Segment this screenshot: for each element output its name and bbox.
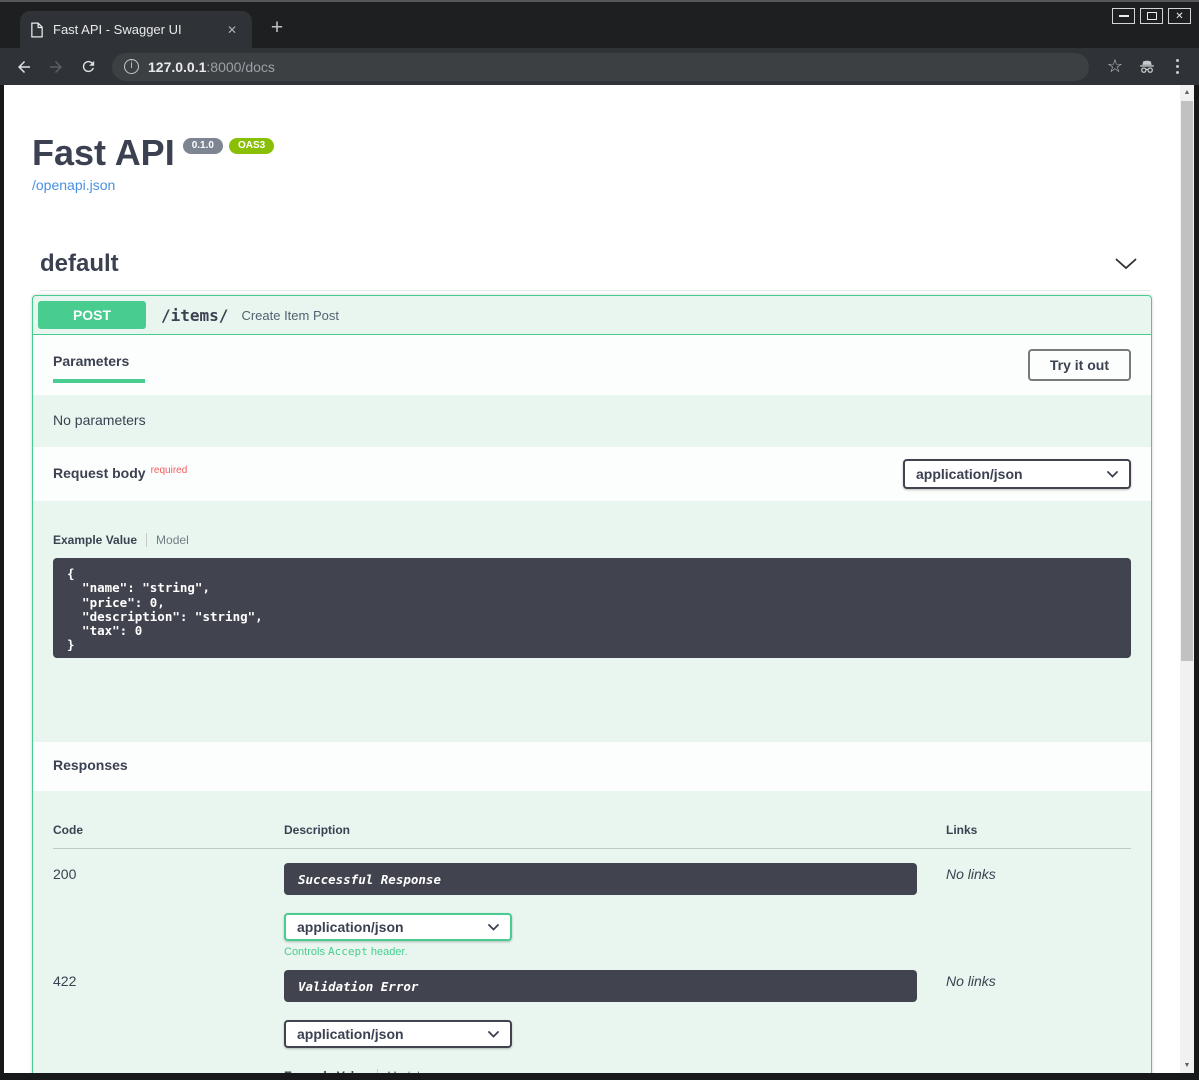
new-tab-button[interactable]: + xyxy=(262,13,292,43)
openapi-json-link[interactable]: /openapi.json xyxy=(32,177,115,193)
response-422-media-type-value: application/json xyxy=(297,1026,404,1042)
responses-columns: Code Description Links xyxy=(53,823,1131,849)
tab-strip: Fast API - Swagger UI ✕ + ✕ xyxy=(0,0,1199,48)
no-parameters-text: No parameters xyxy=(33,395,1151,447)
response-200-code: 200 xyxy=(53,863,284,958)
chevron-down-icon xyxy=(488,1031,499,1038)
browser-window: Fast API - Swagger UI ✕ + ✕ i 127.0.0.1:… xyxy=(0,0,1199,1080)
model-tab[interactable]: Model xyxy=(387,1069,420,1073)
swagger-page: Fast API 0.1.0 OAS3 /openapi.json defaul… xyxy=(4,85,1180,1073)
forward-button[interactable] xyxy=(42,53,70,81)
request-body-example: Example Value Model { "name": "string", … xyxy=(33,501,1151,658)
required-label: required xyxy=(151,465,188,476)
response-row-422: 422 Validation Error application/json Ex… xyxy=(53,970,1131,1073)
page-viewport: Fast API 0.1.0 OAS3 /openapi.json defaul… xyxy=(4,85,1194,1073)
version-badge: 0.1.0 xyxy=(183,138,223,154)
chevron-down-icon xyxy=(1107,471,1118,478)
reload-button[interactable] xyxy=(74,53,102,81)
minimize-icon xyxy=(1119,15,1129,17)
column-description: Description xyxy=(284,823,946,849)
page-title: Fast API 0.1.0 OAS3 xyxy=(32,133,1152,173)
request-body-title-wrap: Request body required xyxy=(53,465,187,483)
response-422-links: No links xyxy=(946,970,1131,1073)
tab-separator xyxy=(146,533,147,547)
response-200-description-bar: Successful Response xyxy=(284,863,917,895)
browser-tab[interactable]: Fast API - Swagger UI ✕ xyxy=(20,11,252,48)
forward-arrow-icon xyxy=(47,58,65,76)
model-tab[interactable]: Model xyxy=(156,533,189,547)
response-422-description: Validation Error application/json Exampl… xyxy=(284,970,946,1073)
minimize-button[interactable] xyxy=(1112,8,1135,24)
response-200-media-type-value: application/json xyxy=(297,919,404,935)
url-text: 127.0.0.1:8000/docs xyxy=(148,59,275,75)
request-body-title: Request body xyxy=(53,465,146,481)
response-422-description-bar: Validation Error xyxy=(284,970,917,1002)
scroll-down-icon[interactable]: ▼ xyxy=(1180,1058,1194,1073)
site-info-icon[interactable]: i xyxy=(124,59,139,74)
operation-path: /items/ xyxy=(161,306,228,325)
api-badges: 0.1.0 OAS3 xyxy=(183,138,274,154)
example-model-tabs: Example Value Model xyxy=(53,533,1131,547)
example-value-tab[interactable]: Example Value xyxy=(53,533,137,547)
incognito-icon xyxy=(1133,53,1161,81)
collapse-chevron-icon[interactable] xyxy=(1115,258,1137,270)
reload-icon xyxy=(80,58,97,75)
response-200-description: Successful Response application/json Con… xyxy=(284,863,946,958)
tab-title: Fast API - Swagger UI xyxy=(53,22,213,37)
document-favicon-icon xyxy=(30,22,44,38)
close-window-button[interactable]: ✕ xyxy=(1168,8,1191,24)
request-body-media-type-select[interactable]: application/json xyxy=(903,459,1131,489)
api-title-text: Fast API xyxy=(32,133,175,173)
api-info: Fast API 0.1.0 OAS3 /openapi.json xyxy=(32,133,1152,195)
response-200-links: No links xyxy=(946,863,1131,958)
controls-accept-note: Controls Accept header. xyxy=(284,945,946,958)
scrollbar[interactable]: ▲ ▼ xyxy=(1180,85,1194,1073)
column-links: Links xyxy=(946,823,1131,849)
window-controls: ✕ xyxy=(1112,8,1191,24)
operation-description: Create Item Post xyxy=(241,308,339,323)
post-method-badge: POST xyxy=(38,301,146,329)
spacer xyxy=(33,658,1151,742)
chevron-down-icon xyxy=(488,924,499,931)
maximize-icon xyxy=(1147,12,1157,20)
request-body-header: Request body required application/json xyxy=(33,447,1151,501)
back-button[interactable] xyxy=(10,53,38,81)
bookmark-star-icon[interactable]: ☆ xyxy=(1101,56,1129,77)
response-row-200: 200 Successful Response application/json… xyxy=(53,863,1131,958)
response-422-code: 422 xyxy=(53,970,284,1073)
responses-header: Responses xyxy=(33,742,1151,791)
tab-close-icon[interactable]: ✕ xyxy=(222,21,242,39)
tab-separator xyxy=(377,1069,378,1073)
example-value-tab[interactable]: Example Value xyxy=(284,1069,368,1073)
response-200-media: application/json Controls Accept header. xyxy=(284,913,946,958)
post-items-operation: POST /items/ Create Item Post Parameters… xyxy=(32,295,1152,1073)
parameters-tab[interactable]: Parameters xyxy=(53,343,129,387)
response-422-tabs: Example Value Model xyxy=(284,1069,946,1073)
browser-toolbar: i 127.0.0.1:8000/docs ☆ xyxy=(0,48,1199,85)
tag-name: default xyxy=(40,250,119,278)
oas3-badge: OAS3 xyxy=(229,138,274,154)
try-it-out-button[interactable]: Try it out xyxy=(1028,349,1131,381)
scrollbar-thumb[interactable] xyxy=(1181,101,1193,661)
column-code: Code xyxy=(53,823,284,849)
response-200-media-type-select[interactable]: application/json xyxy=(284,913,512,941)
tag-default-header[interactable]: default xyxy=(40,250,1151,291)
back-arrow-icon xyxy=(15,58,33,76)
response-422-media: application/json xyxy=(284,1020,946,1048)
maximize-button[interactable] xyxy=(1140,8,1163,24)
parameters-header: Parameters Try it out xyxy=(33,335,1151,395)
responses-table: Code Description Links 200 Successful Re… xyxy=(33,791,1151,1073)
address-bar[interactable]: i 127.0.0.1:8000/docs xyxy=(112,53,1089,81)
browser-menu-button[interactable] xyxy=(1165,59,1189,74)
example-json-code: { "name": "string", "price": 0, "descrip… xyxy=(53,558,1131,658)
request-body-media-type-value: application/json xyxy=(916,466,1023,482)
scroll-up-icon[interactable]: ▲ xyxy=(1180,85,1194,100)
response-422-media-type-select[interactable]: application/json xyxy=(284,1020,512,1048)
operation-summary[interactable]: POST /items/ Create Item Post xyxy=(33,296,1151,335)
